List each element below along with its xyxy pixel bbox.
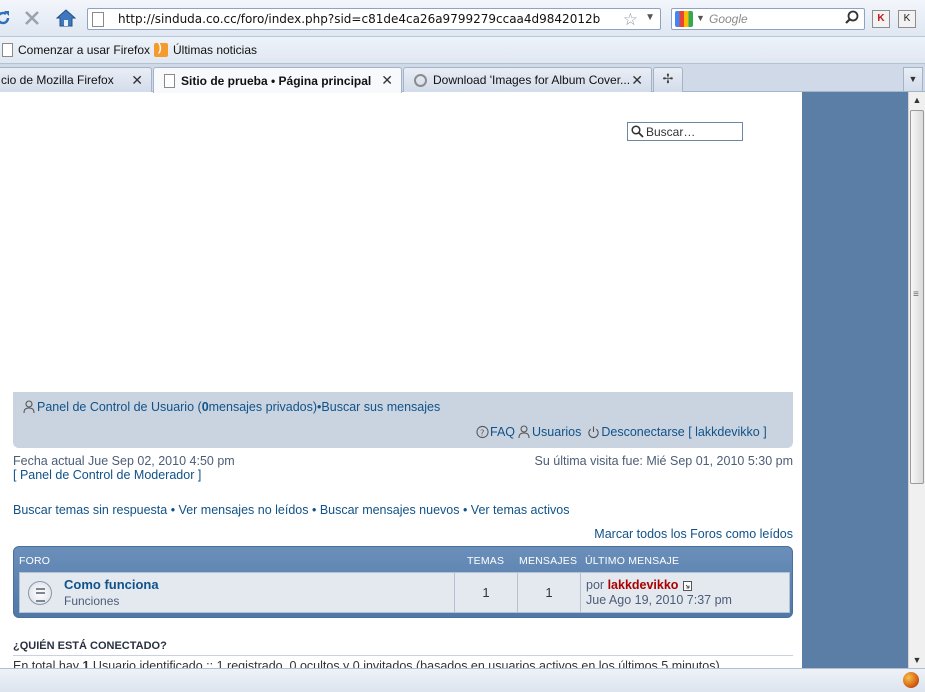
posts-count: 1 [517, 573, 580, 612]
status-bar [0, 668, 925, 692]
search-own-posts-link[interactable]: Buscar sus mensajes [321, 400, 440, 414]
col-header-last-post: ÚLTIMO MENSAJE [585, 555, 680, 567]
tab-strip: cio de Mozilla Firefox ✕ Sitio de prueba… [0, 64, 925, 93]
search-engine-dropdown-icon[interactable]: ▼ [696, 13, 705, 23]
ucp-line: Panel de Control de Usuario (0 mensajes … [23, 400, 440, 414]
vertical-scrollbar[interactable]: ▲ ▼ [908, 92, 925, 668]
close-icon[interactable]: ✕ [631, 72, 643, 89]
topics-count: 1 [454, 573, 517, 612]
bookmark-label: Comenzar a usar Firefox [18, 43, 151, 57]
col-header-forum: FORO [19, 555, 51, 567]
search-placeholder[interactable]: Google [709, 12, 748, 26]
tab-sitio-de-prueba[interactable]: Sitio de prueba • Página principal ✕ [153, 67, 402, 93]
tab-mozilla-start[interactable]: cio de Mozilla Firefox ✕ [0, 67, 152, 92]
page-icon [2, 43, 13, 57]
tab-label: Sitio de prueba • Página principal [181, 73, 372, 88]
forum-description: Funciones [64, 594, 120, 608]
loading-icon [414, 73, 427, 87]
forum-search-input[interactable]: Buscar… [627, 122, 743, 141]
last-post-cell: por lakkdevikko Jue Ago 19, 2010 7:37 pm [580, 573, 790, 612]
google-icon[interactable] [675, 11, 693, 27]
navigation-toolbar: http://sinduda.co.cc/foro/index.php?sid=… [0, 0, 925, 37]
faq-icon: ? [476, 425, 489, 439]
tab-download-images[interactable]: Download 'Images for Album Cover... ✕ [403, 67, 652, 92]
online-suffix: Usuario identificado :: 1 registrado, 0 … [89, 659, 720, 668]
table-row: Como funciona Funciones 1 1 por lakkdevi… [19, 572, 790, 613]
stop-icon[interactable] [20, 6, 44, 30]
rss-feed-icon [154, 42, 168, 57]
pm-link[interactable]: mensajes privados) [209, 400, 317, 414]
who-is-online-heading: ¿QUIÉN ESTÁ CONECTADO? [13, 640, 167, 652]
bookmark-star-icon[interactable]: ☆ [623, 10, 638, 30]
power-icon [588, 426, 599, 439]
last-post-user-link[interactable]: lakkdevikko [608, 578, 679, 592]
current-date: Fecha actual Jue Sep 02, 2010 4:50 pm [13, 454, 235, 468]
bookmark-getting-started[interactable]: Comenzar a usar Firefox [2, 42, 150, 58]
members-link[interactable]: Usuarios [532, 425, 581, 439]
reload-icon[interactable] [0, 6, 15, 30]
col-header-posts: MENSAJES [519, 555, 578, 567]
view-latest-post-icon[interactable] [683, 580, 694, 591]
svg-text:?: ? [480, 427, 484, 437]
firefox-icon [903, 672, 919, 688]
bookmark-label: Últimas noticias [173, 43, 258, 57]
web-search-bar[interactable]: ▼ Google [671, 8, 865, 30]
url-text[interactable]: http://sinduda.co.cc/foro/index.php?sid=… [118, 12, 600, 26]
list-all-tabs-icon[interactable]: ▼ [903, 67, 923, 92]
pm-count[interactable]: 0 [202, 400, 209, 414]
moderator-panel-link[interactable]: [ Panel de Control de Moderador ] [13, 468, 201, 482]
search-value: Buscar… [646, 125, 696, 139]
url-dropdown-icon[interactable]: ▼ [645, 12, 655, 23]
last-visit: Su última visita fue: Mié Sep 01, 2010 5… [534, 454, 793, 468]
by-label: por [586, 578, 605, 592]
search-icon [631, 125, 644, 141]
last-post-author-line: por lakkdevikko [586, 578, 694, 592]
search-icon[interactable] [845, 10, 860, 28]
ucp-link[interactable]: Panel de Control de Usuario ( [37, 400, 202, 414]
close-icon[interactable]: ✕ [131, 72, 143, 89]
tab-label: Download 'Images for Album Cover... [433, 73, 631, 87]
page-viewport: Buscar… Panel de Control de Usuario (0 m… [0, 92, 908, 668]
tab-label: cio de Mozilla Firefox [1, 73, 114, 87]
quick-links: ? FAQ Usuarios Desconectarse [ lakkdevik… [476, 425, 767, 439]
online-summary: En total hay 1 Usuario identificado :: 1… [13, 659, 720, 668]
mark-forums-read-link[interactable]: Marcar todos los Foros como leídos [594, 527, 793, 541]
scroll-up-icon[interactable]: ▲ [909, 92, 925, 108]
search-links-row[interactable]: Buscar temas sin respuesta • Ver mensaje… [13, 503, 569, 517]
addon-k-icon[interactable]: K [898, 10, 916, 28]
online-prefix: En total hay [13, 659, 83, 668]
addon-k-red-icon[interactable]: K [872, 10, 890, 28]
new-tab-button[interactable]: ✢ [653, 67, 683, 92]
close-icon[interactable]: ✕ [381, 72, 393, 89]
home-icon[interactable] [54, 6, 78, 30]
logout-link[interactable]: Desconectarse [ lakkdevikko ] [601, 425, 766, 439]
faq-link[interactable]: FAQ [490, 425, 515, 439]
divider [13, 655, 793, 656]
user-nav-panel: Panel de Control de Usuario (0 mensajes … [13, 392, 793, 448]
page-icon [164, 73, 175, 88]
page-icon [92, 12, 104, 27]
url-bar[interactable]: http://sinduda.co.cc/foro/index.php?sid=… [87, 8, 661, 30]
members-icon [518, 425, 530, 439]
scrollbar-thumb[interactable] [910, 110, 924, 484]
forum-title-link[interactable]: Como funciona [64, 577, 159, 592]
scroll-down-icon[interactable]: ▼ [909, 652, 925, 668]
user-icon [23, 400, 35, 414]
col-header-topics: TEMAS [467, 555, 505, 567]
page-body: Buscar… Panel de Control de Usuario (0 m… [0, 92, 802, 668]
last-post-date: Jue Ago 19, 2010 7:37 pm [586, 593, 732, 607]
bookmark-latest-news[interactable]: Últimas noticias [154, 42, 257, 58]
bookmarks-toolbar: Comenzar a usar Firefox Últimas noticias [0, 37, 925, 64]
forum-table: FORO TEMAS MENSAJES ÚLTIMO MENSAJE Como … [13, 546, 793, 618]
forum-read-icon [28, 581, 52, 605]
